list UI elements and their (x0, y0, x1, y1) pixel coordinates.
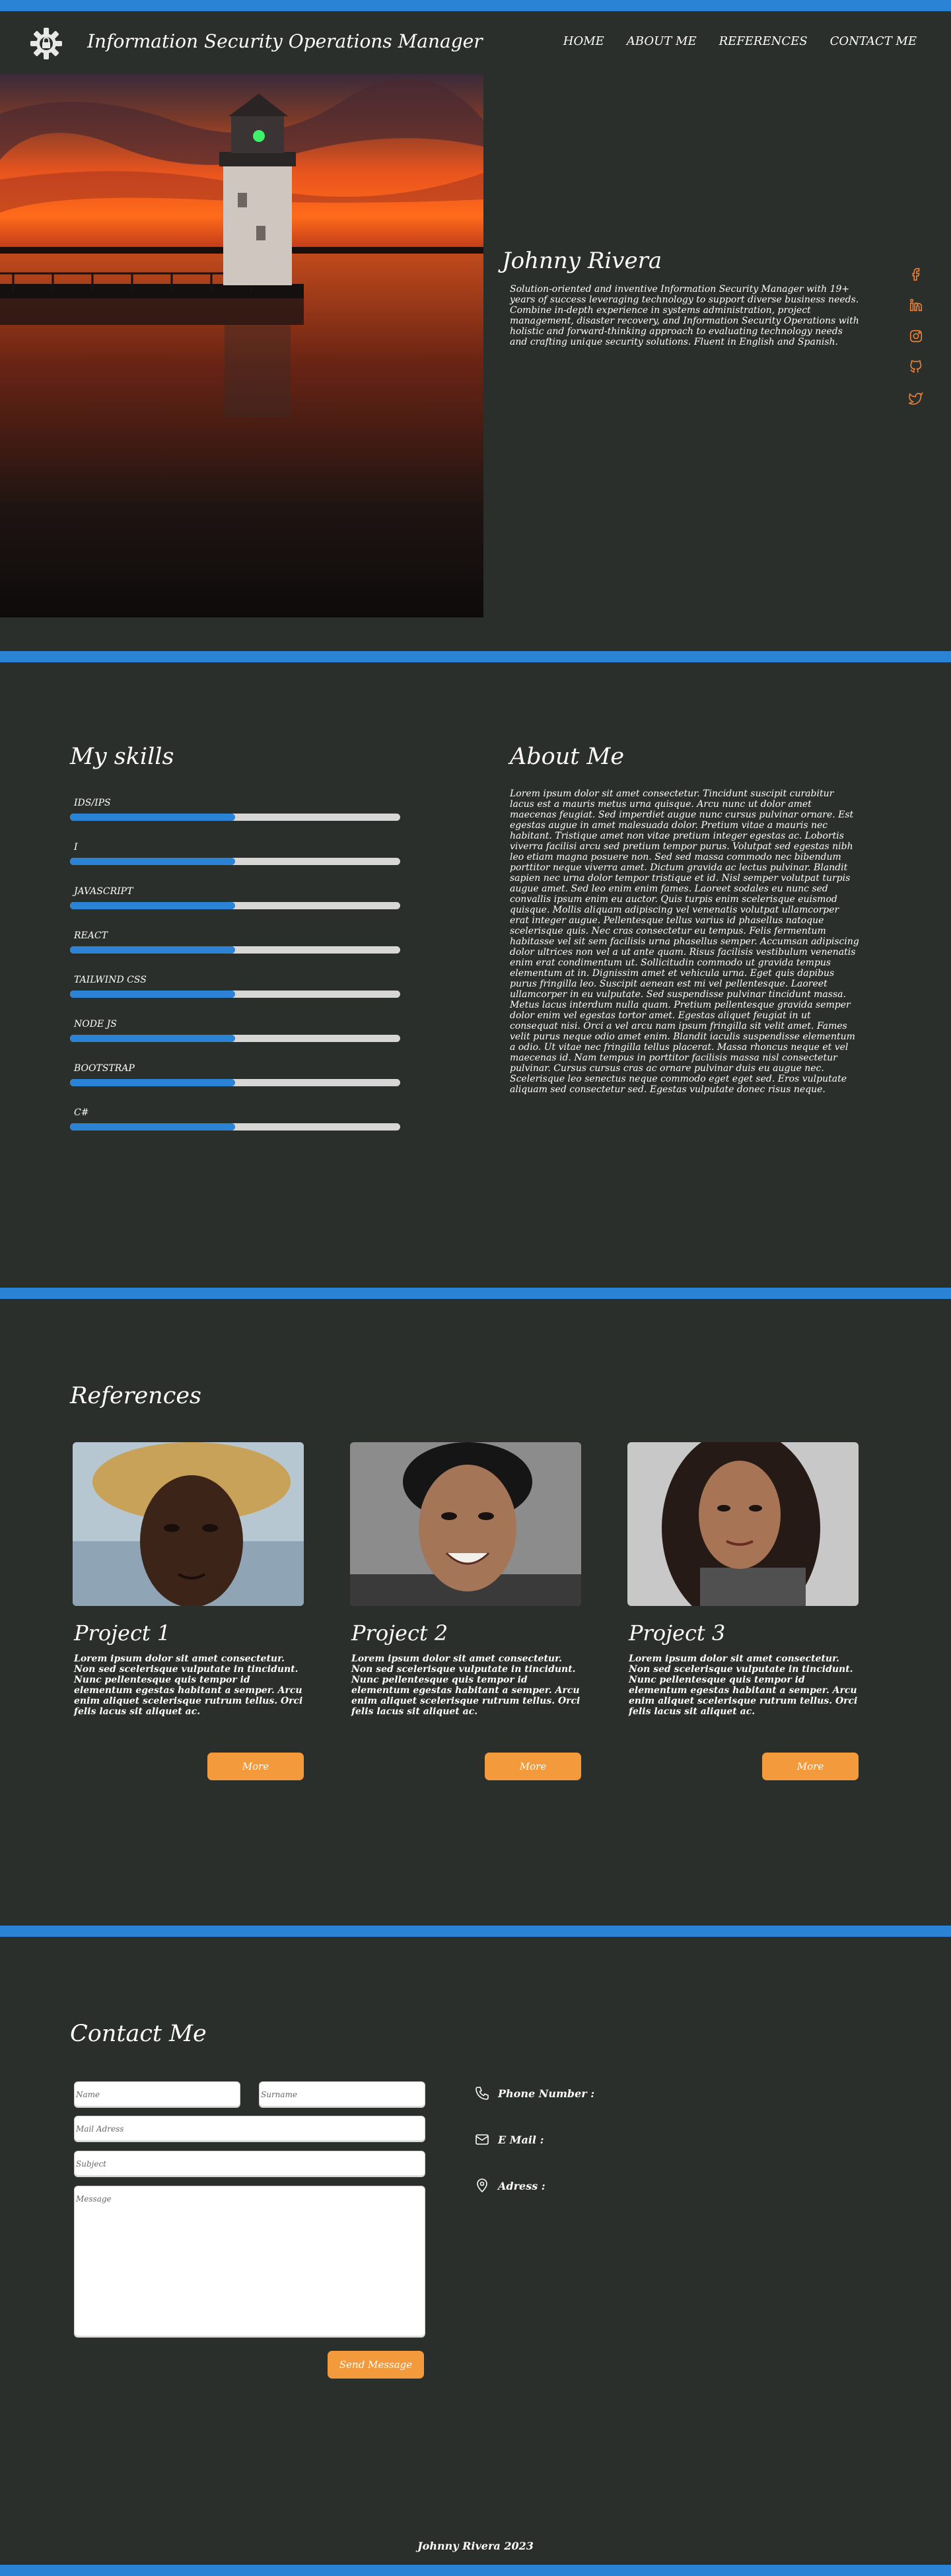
skill-progress-fill (70, 858, 235, 865)
address-label: Adress : (498, 2179, 546, 2192)
phone-info: Phone Number : (474, 2085, 594, 2101)
phone-icon (476, 2087, 489, 2100)
reference-photo (627, 1442, 859, 1606)
skill-progress-fill (70, 1123, 235, 1131)
reference-photo (73, 1442, 304, 1606)
linkedin-icon[interactable] (909, 298, 923, 312)
reference-text: Lorem ipsum dolor sit amet consectetur. … (74, 1654, 303, 1717)
facebook-icon[interactable] (909, 267, 923, 281)
skill-progress-bar (70, 1079, 400, 1086)
reference-text: Lorem ipsum dolor sit amet consectetur. … (351, 1654, 581, 1717)
hero-bio: Solution-oriented and inventive Informat… (510, 284, 859, 347)
skill-label: REACT (74, 930, 108, 941)
skill-progress-bar (70, 991, 400, 998)
more-button[interactable]: More (762, 1753, 859, 1780)
navbar: Information Security Operations Manager … (0, 21, 951, 63)
more-button[interactable]: More (207, 1753, 304, 1780)
phone-label: Phone Number : (498, 2087, 595, 2100)
skill-label: BOOTSTRAP (74, 1063, 135, 1074)
message-placeholder: Message (76, 2194, 112, 2204)
skill-progress-fill (70, 902, 235, 909)
location-pin-icon (477, 2178, 487, 2193)
email-label: E Mail : (498, 2133, 544, 2146)
name-placeholder: Name (76, 2090, 100, 2099)
section-divider (0, 1926, 951, 1937)
skill-item: IDS/IPS (70, 798, 402, 821)
message-textarea[interactable]: Message (74, 2186, 425, 2338)
reference-card: Project 2 Lorem ipsum dolor sit amet con… (350, 1442, 581, 1717)
skill-progress-bar (70, 814, 400, 821)
skill-progress-fill (70, 991, 235, 998)
email-info: E Mail : (474, 2132, 544, 2147)
skill-progress-bar (70, 1035, 400, 1042)
skill-item: C# (70, 1107, 402, 1131)
address-info: Adress : (474, 2178, 546, 2194)
section-divider (0, 1288, 951, 1299)
skill-progress-bar (70, 902, 400, 909)
mail-icon (476, 2134, 489, 2145)
bottom-accent-bar (0, 2565, 951, 2576)
social-links (909, 267, 923, 405)
nav-link-about[interactable]: ABOUT ME (627, 34, 697, 48)
reference-text: Lorem ipsum dolor sit amet consectetur. … (629, 1654, 858, 1717)
skill-item: I (70, 842, 402, 865)
hero-name: Johnny Rivera (502, 248, 662, 274)
section-divider (0, 651, 951, 662)
more-button[interactable]: More (485, 1753, 581, 1780)
instagram-icon[interactable] (909, 329, 923, 343)
skill-progress-fill (70, 1035, 235, 1042)
skill-label: C# (74, 1107, 89, 1118)
about-heading: About Me (510, 744, 625, 770)
subject-placeholder: Subject (76, 2159, 106, 2169)
send-message-button[interactable]: Send Message (328, 2351, 424, 2379)
subject-input[interactable]: Subject (74, 2151, 425, 2177)
footer-text: Johnny Rivera 2023 (417, 2540, 534, 2552)
surname-input[interactable]: Surname (259, 2081, 425, 2108)
skill-progress-bar (70, 946, 400, 954)
skill-label: TAILWIND CSS (74, 975, 147, 985)
skill-item: BOOTSTRAP (70, 1063, 402, 1086)
skill-progress-fill (70, 814, 235, 821)
site-title: Information Security Operations Manager (87, 30, 483, 52)
skill-label: I (74, 842, 78, 853)
surname-placeholder: Surname (261, 2090, 298, 2099)
nav-link-references[interactable]: REFERENCES (719, 34, 808, 48)
name-input[interactable]: Name (74, 2081, 240, 2108)
skill-item: TAILWIND CSS (70, 975, 402, 998)
top-accent-bar (0, 0, 951, 11)
skill-progress-bar (70, 1123, 400, 1131)
references-heading: References (70, 1383, 201, 1409)
hero-lighthouse-image (0, 74, 483, 617)
skill-item: REACT (70, 930, 402, 954)
skill-label: NODE JS (74, 1019, 117, 1029)
skill-item: JAVASCRIPT (70, 886, 402, 909)
skill-label: IDS/IPS (74, 798, 111, 808)
skill-item: NODE JS (70, 1019, 402, 1042)
reference-title: Project 2 (351, 1620, 448, 1646)
about-text: Lorem ipsum dolor sit amet consectetur. … (510, 788, 859, 1095)
github-icon[interactable] (909, 360, 923, 374)
skills-heading: My skills (70, 744, 174, 770)
skill-progress-bar (70, 858, 400, 865)
reference-title: Project 3 (629, 1620, 726, 1646)
mail-input[interactable]: Mail Adress (74, 2116, 425, 2142)
nav-links: HOME ABOUT ME REFERENCES CONTACT ME (563, 34, 917, 48)
skill-progress-fill (70, 1079, 235, 1086)
reference-card: Project 3 Lorem ipsum dolor sit amet con… (627, 1442, 859, 1717)
reference-title: Project 1 (74, 1620, 171, 1646)
twitter-icon[interactable] (909, 391, 923, 405)
contact-heading: Contact Me (70, 2021, 207, 2047)
reference-card: Project 1 Lorem ipsum dolor sit amet con… (73, 1442, 304, 1717)
logo-icon[interactable] (29, 26, 63, 61)
skill-label: JAVASCRIPT (74, 886, 133, 897)
reference-photo (350, 1442, 581, 1606)
skill-progress-fill (70, 946, 235, 954)
nav-link-home[interactable]: HOME (563, 34, 604, 48)
mail-placeholder: Mail Adress (76, 2124, 124, 2134)
nav-link-contact[interactable]: CONTACT ME (830, 34, 917, 48)
